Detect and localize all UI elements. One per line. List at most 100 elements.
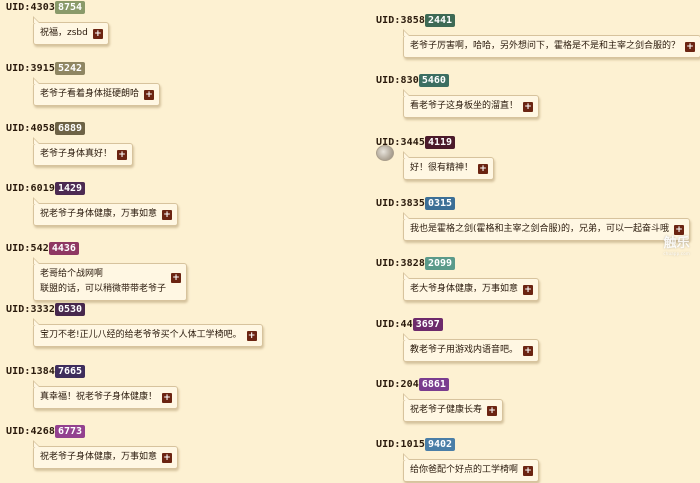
uid-label: UID:204 xyxy=(376,378,419,390)
comment-entry: UID:830 5460 看老爷子这身板坐的溜直！ + xyxy=(370,73,700,118)
plus-icon[interactable]: + xyxy=(523,284,534,295)
plus-icon[interactable]: + xyxy=(478,163,489,174)
comment-text: 给你爸配个好点的工学椅啊 xyxy=(410,465,519,475)
comment-text: 老哥给个战网啊 xyxy=(40,269,104,279)
comment-text: 祝老爷子身体健康，万事如意 xyxy=(40,452,158,462)
plus-icon[interactable]: + xyxy=(523,345,534,356)
comment-text: 真幸福！祝老爷子身体健康！ xyxy=(40,392,158,402)
uid-line: UID:542 4436 xyxy=(6,241,340,255)
comment-bubble: 祝老爷子健康长寿 + xyxy=(403,393,504,422)
comment-text: 祝老爷子健康长寿 xyxy=(410,405,483,415)
plus-icon[interactable]: + xyxy=(144,89,155,100)
uid-line: UID:1015 9402 xyxy=(376,437,700,451)
uid-line: UID:830 5460 xyxy=(376,73,700,87)
plus-icon[interactable]: + xyxy=(162,209,173,220)
uid-line: UID:44 3697 xyxy=(376,317,700,331)
comment-entry: UID:1384 7665 真幸福！祝老爷子身体健康！ + xyxy=(0,364,340,409)
uid-badge: 2441 xyxy=(424,13,456,27)
comment-text: 好！很有精神！ xyxy=(410,163,474,173)
comment-text: 老爷子身体真好！ xyxy=(40,149,113,159)
plus-icon[interactable]: + xyxy=(117,149,128,160)
plus-icon[interactable]: + xyxy=(171,273,182,283)
comment-bubble: 宝刀不老!正儿八经的给老爷爷买个人体工学椅吧。 + xyxy=(33,318,263,347)
comment-entry: UID:3332 0530 宝刀不老!正儿八经的给老爷爷买个人体工学椅吧。 + xyxy=(0,302,340,347)
uid-badge: 6773 xyxy=(54,424,86,438)
comment-entry: UID:4058 6889 老爷子身体真好！ + xyxy=(0,121,340,166)
uid-label: UID:4268 xyxy=(6,425,55,437)
uid-badge: 2099 xyxy=(424,256,456,270)
uid-line: UID:1384 7665 xyxy=(6,364,340,378)
uid-label: UID:3858 xyxy=(376,14,425,26)
comment-text: 老爷子看着身体挺硬朗哈 xyxy=(40,89,140,99)
comment-text: 祝老爷子身体健康，万事如意 xyxy=(40,209,158,219)
uid-label: UID:830 xyxy=(376,74,419,86)
user-avatar[interactable] xyxy=(376,145,394,161)
comment-entry: UID:44 3697 教老爷子用游戏内语音吧。 + xyxy=(370,317,700,362)
comment-entry: UID:4303 8754 祝福，zsbd + xyxy=(0,0,340,45)
comment-bubble: 老爷子厉害啊，哈哈，另外想问下，霍格是不是和主宰之剑合服的？ + xyxy=(403,29,700,58)
comment-text: 联盟的话，可以稍微带带老爷子 xyxy=(40,284,167,294)
comment-bubble: 好！很有精神！ + xyxy=(403,151,495,180)
uid-badge: 1429 xyxy=(54,181,86,195)
plus-icon[interactable]: + xyxy=(523,465,534,476)
uid-line: UID:4303 8754 xyxy=(6,0,340,14)
plus-icon[interactable]: + xyxy=(162,392,173,403)
comment-text: 我也是霍格之剑(霍格和主宰之剑合服)的，兄弟，可以一起奋斗哦 xyxy=(410,224,670,234)
uid-badge: 5242 xyxy=(54,61,86,75)
comment-text: 教老爷子用游戏内语音吧。 xyxy=(410,345,519,355)
uid-label: UID:1015 xyxy=(376,438,425,450)
plus-icon[interactable]: + xyxy=(523,101,534,112)
comment-bubble: 老哥给个战网啊联盟的话，可以稍微带带老爷子 + xyxy=(33,257,188,301)
uid-label: UID:3835 xyxy=(376,197,425,209)
uid-line: UID:3828 2099 xyxy=(376,256,700,270)
uid-line: UID:4058 6889 xyxy=(6,121,340,135)
comment-bubble: 看老爷子这身板坐的溜直！ + xyxy=(403,89,540,118)
uid-line: UID:3445 4119 xyxy=(376,135,700,149)
watermark-title: 触乐 xyxy=(663,236,690,251)
uid-label: UID:4303 xyxy=(6,1,55,13)
comment-entry: UID:3445 4119 好！很有精神！ + xyxy=(370,135,700,180)
uid-label: UID:4058 xyxy=(6,122,55,134)
uid-badge: 4119 xyxy=(424,135,456,149)
comment-text: 看老爷子这身板坐的溜直！ xyxy=(410,101,519,111)
uid-badge: 8754 xyxy=(54,0,86,14)
watermark-subtitle: chuapp.com xyxy=(663,251,690,256)
uid-badge: 0530 xyxy=(54,302,86,316)
comment-bubble: 老大爷身体健康，万事如意 + xyxy=(403,272,540,301)
comment-entry: UID:542 4436 老哥给个战网啊联盟的话，可以稍微带带老爷子 + xyxy=(0,241,340,301)
plus-icon[interactable]: + xyxy=(246,330,257,341)
comment-bubble: 老爷子看着身体挺硬朗哈 + xyxy=(33,77,161,106)
uid-badge: 7665 xyxy=(54,364,86,378)
comment-entry: UID:3835 0315 我也是霍格之剑(霍格和主宰之剑合服)的，兄弟，可以一起奋… xyxy=(370,196,700,241)
plus-icon[interactable]: + xyxy=(162,452,173,463)
uid-line: UID:3915 5242 xyxy=(6,61,340,75)
uid-badge: 9402 xyxy=(424,437,456,451)
uid-line: UID:204 6861 xyxy=(376,377,700,391)
left-comment-column: UID:4303 8754 祝福，zsbd + UID:3915 5242 老爷子看着身体挺… xyxy=(0,0,340,483)
uid-line: UID:4268 6773 xyxy=(6,424,340,438)
uid-label: UID:542 xyxy=(6,242,49,254)
comment-text: 老爷子厉害啊，哈哈，另外想问下，霍格是不是和主宰之剑合服的？ xyxy=(410,41,681,51)
comment-bubble: 我也是霍格之剑(霍格和主宰之剑合服)的，兄弟，可以一起奋斗哦 + xyxy=(403,212,691,241)
uid-label: UID:44 xyxy=(376,318,413,330)
comment-bubble: 教老爷子用游戏内语音吧。 + xyxy=(403,333,540,362)
plus-icon[interactable]: + xyxy=(685,41,696,52)
uid-label: UID:1384 xyxy=(6,365,55,377)
uid-label: UID:6019 xyxy=(6,182,55,194)
uid-badge: 6861 xyxy=(418,377,449,391)
comment-entry: UID:6019 1429 祝老爷子身体健康，万事如意 + xyxy=(0,181,340,226)
plus-icon[interactable]: + xyxy=(487,405,498,416)
uid-label: UID:3828 xyxy=(376,257,425,269)
uid-line: UID:3858 2441 xyxy=(376,13,700,27)
uid-line: UID:6019 1429 xyxy=(6,181,340,195)
uid-badge: 5460 xyxy=(418,73,449,87)
comment-entry: UID:3858 2441 老爷子厉害啊，哈哈，另外想问下，霍格是不是和主宰之剑合服… xyxy=(370,13,700,58)
uid-label: UID:3332 xyxy=(6,303,55,315)
comment-bubble: 老爷子身体真好！ + xyxy=(33,137,134,166)
comment-bubble: 给你爸配个好点的工学椅啊 + xyxy=(403,453,540,482)
comment-bubble: 祝福，zsbd + xyxy=(33,16,109,45)
comment-text: 老大爷身体健康，万事如意 xyxy=(410,284,519,294)
uid-line: UID:3835 0315 xyxy=(376,196,700,210)
plus-icon[interactable]: + xyxy=(92,28,103,39)
comment-bubble: 祝老爷子身体健康，万事如意 + xyxy=(33,197,179,226)
